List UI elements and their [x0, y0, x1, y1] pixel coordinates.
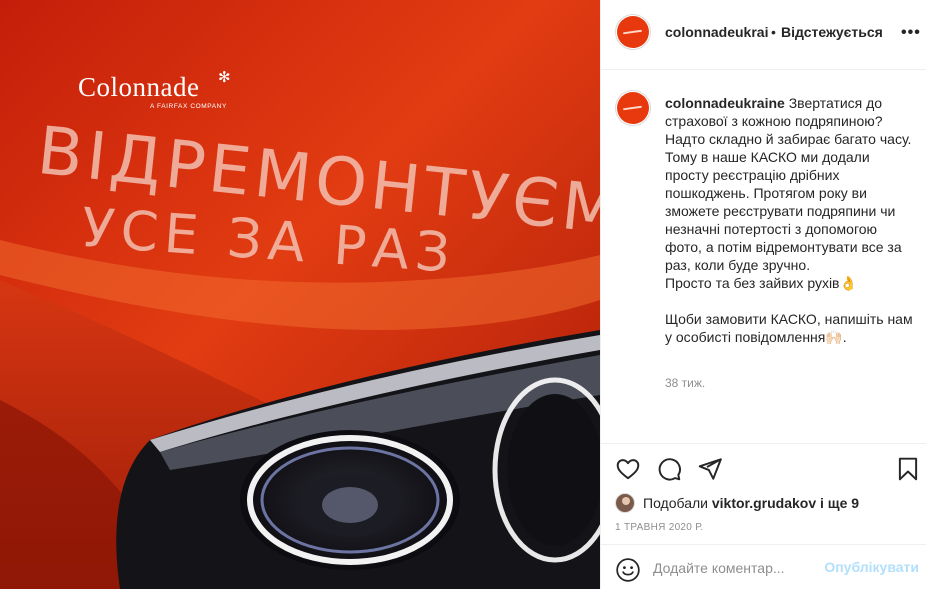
post-header: colonnadeukrai • Відстежується •••	[601, 0, 926, 70]
liker-username[interactable]: viktor.grudakov	[712, 495, 816, 511]
caption-line: Щоби замовити КАСКО, напишіть нам у особ…	[665, 311, 913, 345]
liker-avatar	[615, 493, 635, 513]
heart-icon[interactable]	[615, 456, 641, 482]
avatar[interactable]	[617, 16, 649, 48]
comment-input[interactable]	[653, 555, 823, 581]
brand-subtitle: A FAIRFAX COMPANY	[150, 103, 227, 110]
caption-text: colonnadeukraine Звертатися до страхової…	[665, 94, 915, 346]
caption-line: Тому в наше КАСКО ми додали просту реєст…	[665, 149, 902, 273]
maple-leaf-icon: ✻	[218, 69, 231, 86]
caption-username[interactable]: colonnadeukraine	[665, 95, 785, 111]
post-actions: Подобали viktor.grudakov і ще 9 1 ТРАВНЯ…	[601, 443, 926, 551]
share-icon[interactable]	[697, 456, 723, 482]
separator-dot: •	[771, 24, 776, 40]
post-caption: colonnadeukraine Звертатися до страхової…	[601, 70, 926, 442]
caption-timestamp[interactable]: 38 тиж.	[665, 376, 705, 390]
bookmark-icon[interactable]	[895, 456, 921, 482]
caption-avatar[interactable]	[617, 92, 649, 124]
likes-prefix: Подобали	[643, 495, 708, 511]
likes-summary[interactable]: Подобали viktor.grudakov і ще 9	[615, 492, 859, 514]
post-image[interactable]: Colonnade ✻ A FAIRFAX COMPANY ВІДРЕМОНТУ…	[0, 0, 600, 589]
emoji-icon[interactable]	[615, 557, 641, 583]
brand-logo: Colonnade ✻ A FAIRFAX COMPANY	[78, 69, 248, 111]
more-horizontal-icon[interactable]: •••	[901, 24, 921, 42]
post-side-panel: colonnadeukrai • Відстежується ••• colon…	[600, 0, 926, 589]
header-username[interactable]: colonnadeukrai	[665, 24, 768, 40]
comment-icon[interactable]	[656, 456, 682, 482]
post-date[interactable]: 1 ТРАВНЯ 2020 Р.	[615, 522, 703, 533]
likes-count[interactable]: і ще 9	[820, 495, 859, 511]
caption-line: colonnadeukraine Звертатися до страхової…	[665, 94, 915, 148]
publish-button[interactable]: Опублікувати	[819, 559, 919, 575]
caption-line: Просто та без зайвих рухів👌	[665, 275, 857, 291]
comment-bar: Опублікувати	[601, 544, 926, 589]
following-button[interactable]: Відстежується	[781, 24, 883, 40]
